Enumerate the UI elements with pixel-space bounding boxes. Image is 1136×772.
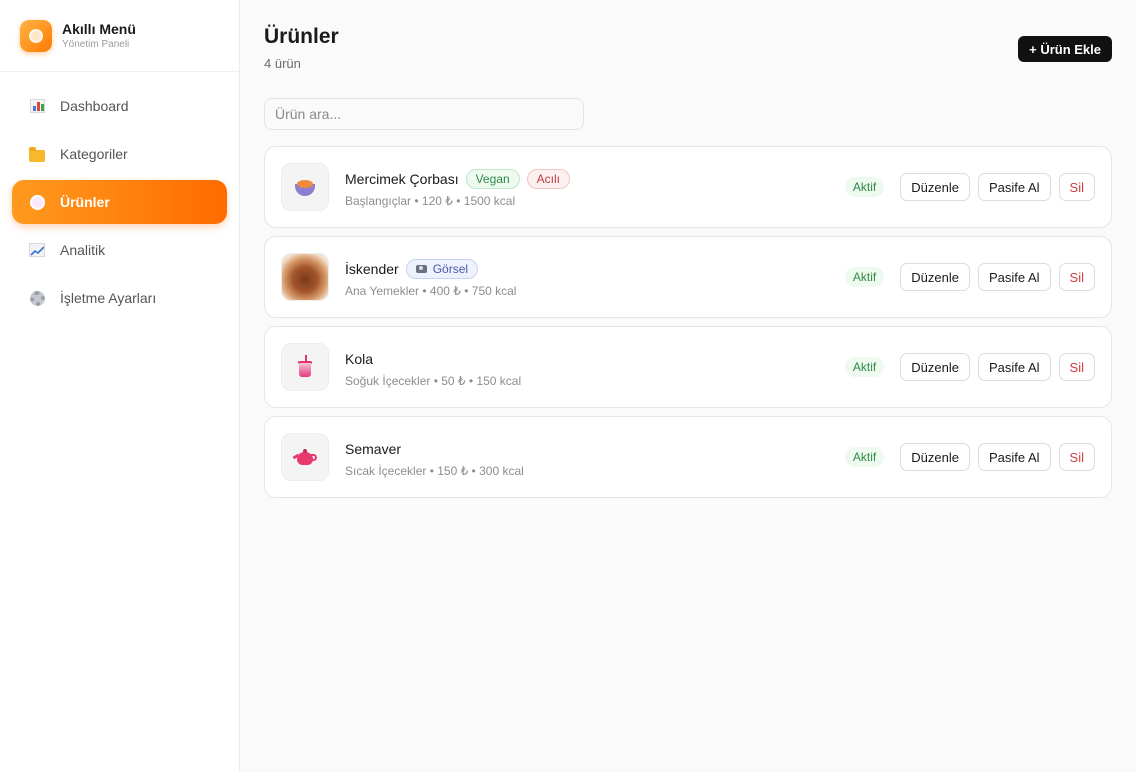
sidebar-item-urunler[interactable]: Ürünler <box>12 180 227 224</box>
soup-icon <box>281 163 329 211</box>
image-badge: Görsel <box>405 258 479 279</box>
deactivate-button[interactable]: Pasife Al <box>977 353 1051 381</box>
page-title: Ürünler <box>264 25 339 48</box>
brand-subtitle: Yönetim Paneli <box>62 38 130 50</box>
edit-button[interactable]: Düzenle <box>900 173 970 201</box>
sidebar-item-label: Analitik <box>60 242 106 258</box>
deactivate-button[interactable]: Pasife Al <box>977 173 1051 201</box>
product-meta: Sıcak İçecekler • 150 ₺ • 300 kcal <box>345 463 524 478</box>
cup-icon <box>281 343 329 391</box>
teapot-icon <box>281 433 329 481</box>
status-badge: Aktif <box>844 177 885 197</box>
product-name: Kola <box>345 350 374 367</box>
sidebar: Akıllı Menü Yönetim Paneli Dashboard Kat… <box>0 0 240 772</box>
main-content: Ürünler 4 ürün + Ürün Ekle Mercimek Çorb… <box>264 0 1112 498</box>
sidebar-item-analitik[interactable]: Analitik <box>12 228 227 272</box>
page-header: Ürünler 4 ürün + Ürün Ekle <box>264 0 1112 98</box>
product-list: Mercimek Çorbası Vegan Acılı Başlangıçla… <box>264 146 1112 506</box>
plate-logo-icon <box>20 19 52 52</box>
sidebar-item-label: İşletme Ayarları <box>60 290 157 306</box>
delete-button[interactable]: Sil <box>1058 443 1095 471</box>
vegan-badge: Vegan <box>465 168 520 189</box>
sidebar-item-label: Ürünler <box>60 194 110 210</box>
sidebar-item-kategoriler[interactable]: Kategoriler <box>12 132 227 176</box>
product-count: 4 ürün <box>264 56 301 71</box>
delete-button[interactable]: Sil <box>1058 353 1095 381</box>
chart-icon <box>28 97 46 115</box>
product-name: İskender <box>345 260 399 277</box>
camera-icon <box>415 264 427 273</box>
product-row: Semaver Sıcak İçecekler • 150 ₺ • 300 kc… <box>264 416 1112 498</box>
image-badge-label: Görsel <box>432 261 469 276</box>
status-badge: Aktif <box>844 267 885 287</box>
edit-button[interactable]: Düzenle <box>900 263 970 291</box>
delete-button[interactable]: Sil <box>1058 263 1095 291</box>
brand-title: Akıllı Menü <box>62 20 136 37</box>
edit-button[interactable]: Düzenle <box>900 443 970 471</box>
product-name: Semaver <box>345 440 402 457</box>
sidebar-item-dashboard[interactable]: Dashboard <box>12 84 227 128</box>
sidebar-nav: Dashboard Kategoriler Ürünler Analitik İ… <box>0 72 239 336</box>
plate-icon <box>28 193 46 211</box>
deactivate-button[interactable]: Pasife Al <box>977 263 1051 291</box>
gear-icon <box>28 289 46 307</box>
product-row: Kola Soğuk İçecekler • 50 ₺ • 150 kcal A… <box>264 326 1112 408</box>
search-input[interactable] <box>264 98 584 130</box>
product-meta: Ana Yemekler • 400 ₺ • 750 kcal <box>345 283 517 298</box>
edit-button[interactable]: Düzenle <box>900 353 970 381</box>
deactivate-button[interactable]: Pasife Al <box>977 443 1051 471</box>
product-name: Mercimek Çorbası <box>345 170 459 187</box>
sidebar-item-isletme-ayarlari[interactable]: İşletme Ayarları <box>12 276 227 320</box>
folder-icon <box>28 145 46 163</box>
status-badge: Aktif <box>844 357 885 377</box>
product-row: Mercimek Çorbası Vegan Acılı Başlangıçla… <box>264 146 1112 228</box>
add-product-button[interactable]: + Ürün Ekle <box>1018 36 1112 62</box>
product-meta: Soğuk İçecekler • 50 ₺ • 150 kcal <box>345 373 522 388</box>
trend-icon <box>28 241 46 259</box>
product-row: İskender Görsel Ana Yemekler • 400 ₺ • 7… <box>264 236 1112 318</box>
status-badge: Aktif <box>844 447 885 467</box>
sidebar-item-label: Kategoriler <box>60 146 128 162</box>
brand[interactable]: Akıllı Menü Yönetim Paneli <box>0 0 239 72</box>
sidebar-item-label: Dashboard <box>60 98 129 114</box>
delete-button[interactable]: Sil <box>1058 173 1095 201</box>
product-meta: Başlangıçlar • 120 ₺ • 1500 kcal <box>345 193 516 208</box>
iskender-photo <box>281 253 329 301</box>
spicy-badge: Acılı <box>526 168 570 189</box>
